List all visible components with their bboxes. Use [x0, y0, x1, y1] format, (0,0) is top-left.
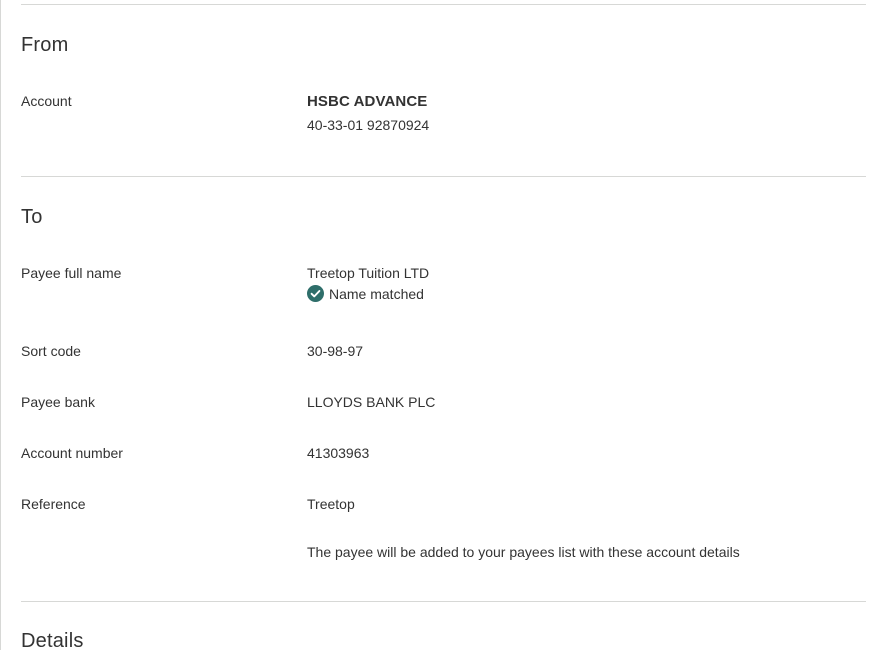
payee-list-note: The payee will be added to your payees l… — [307, 544, 740, 560]
section-title-details: Details — [21, 630, 84, 650]
payee-name-label: Payee full name — [21, 265, 122, 281]
account-details: 40-33-01 92870924 — [307, 117, 430, 133]
reference-label: Reference — [21, 496, 86, 512]
name-match-text: Name matched — [329, 285, 424, 302]
name-match-status: Name matched — [307, 285, 424, 302]
section-divider-top — [21, 4, 866, 5]
payee-name: Treetop Tuition LTD — [307, 265, 430, 281]
sort-code-label: Sort code — [21, 343, 81, 359]
section-divider-from — [21, 176, 866, 177]
reference-value: Treetop — [307, 496, 355, 512]
section-title-from: From — [21, 34, 69, 56]
payee-bank-value: LLOYDS BANK PLC — [307, 394, 436, 410]
account-name: HSBC ADVANCE — [307, 93, 428, 110]
check-circle-icon — [307, 285, 324, 302]
section-title-to: To — [21, 206, 43, 228]
account-label: Account — [21, 93, 72, 109]
payee-bank-label: Payee bank — [21, 394, 95, 410]
account-number-label: Account number — [21, 445, 123, 461]
left-border — [0, 0, 1, 650]
sort-code-value: 30-98-97 — [307, 343, 364, 359]
section-divider-to — [21, 601, 866, 602]
account-number-value: 41303963 — [307, 445, 370, 461]
